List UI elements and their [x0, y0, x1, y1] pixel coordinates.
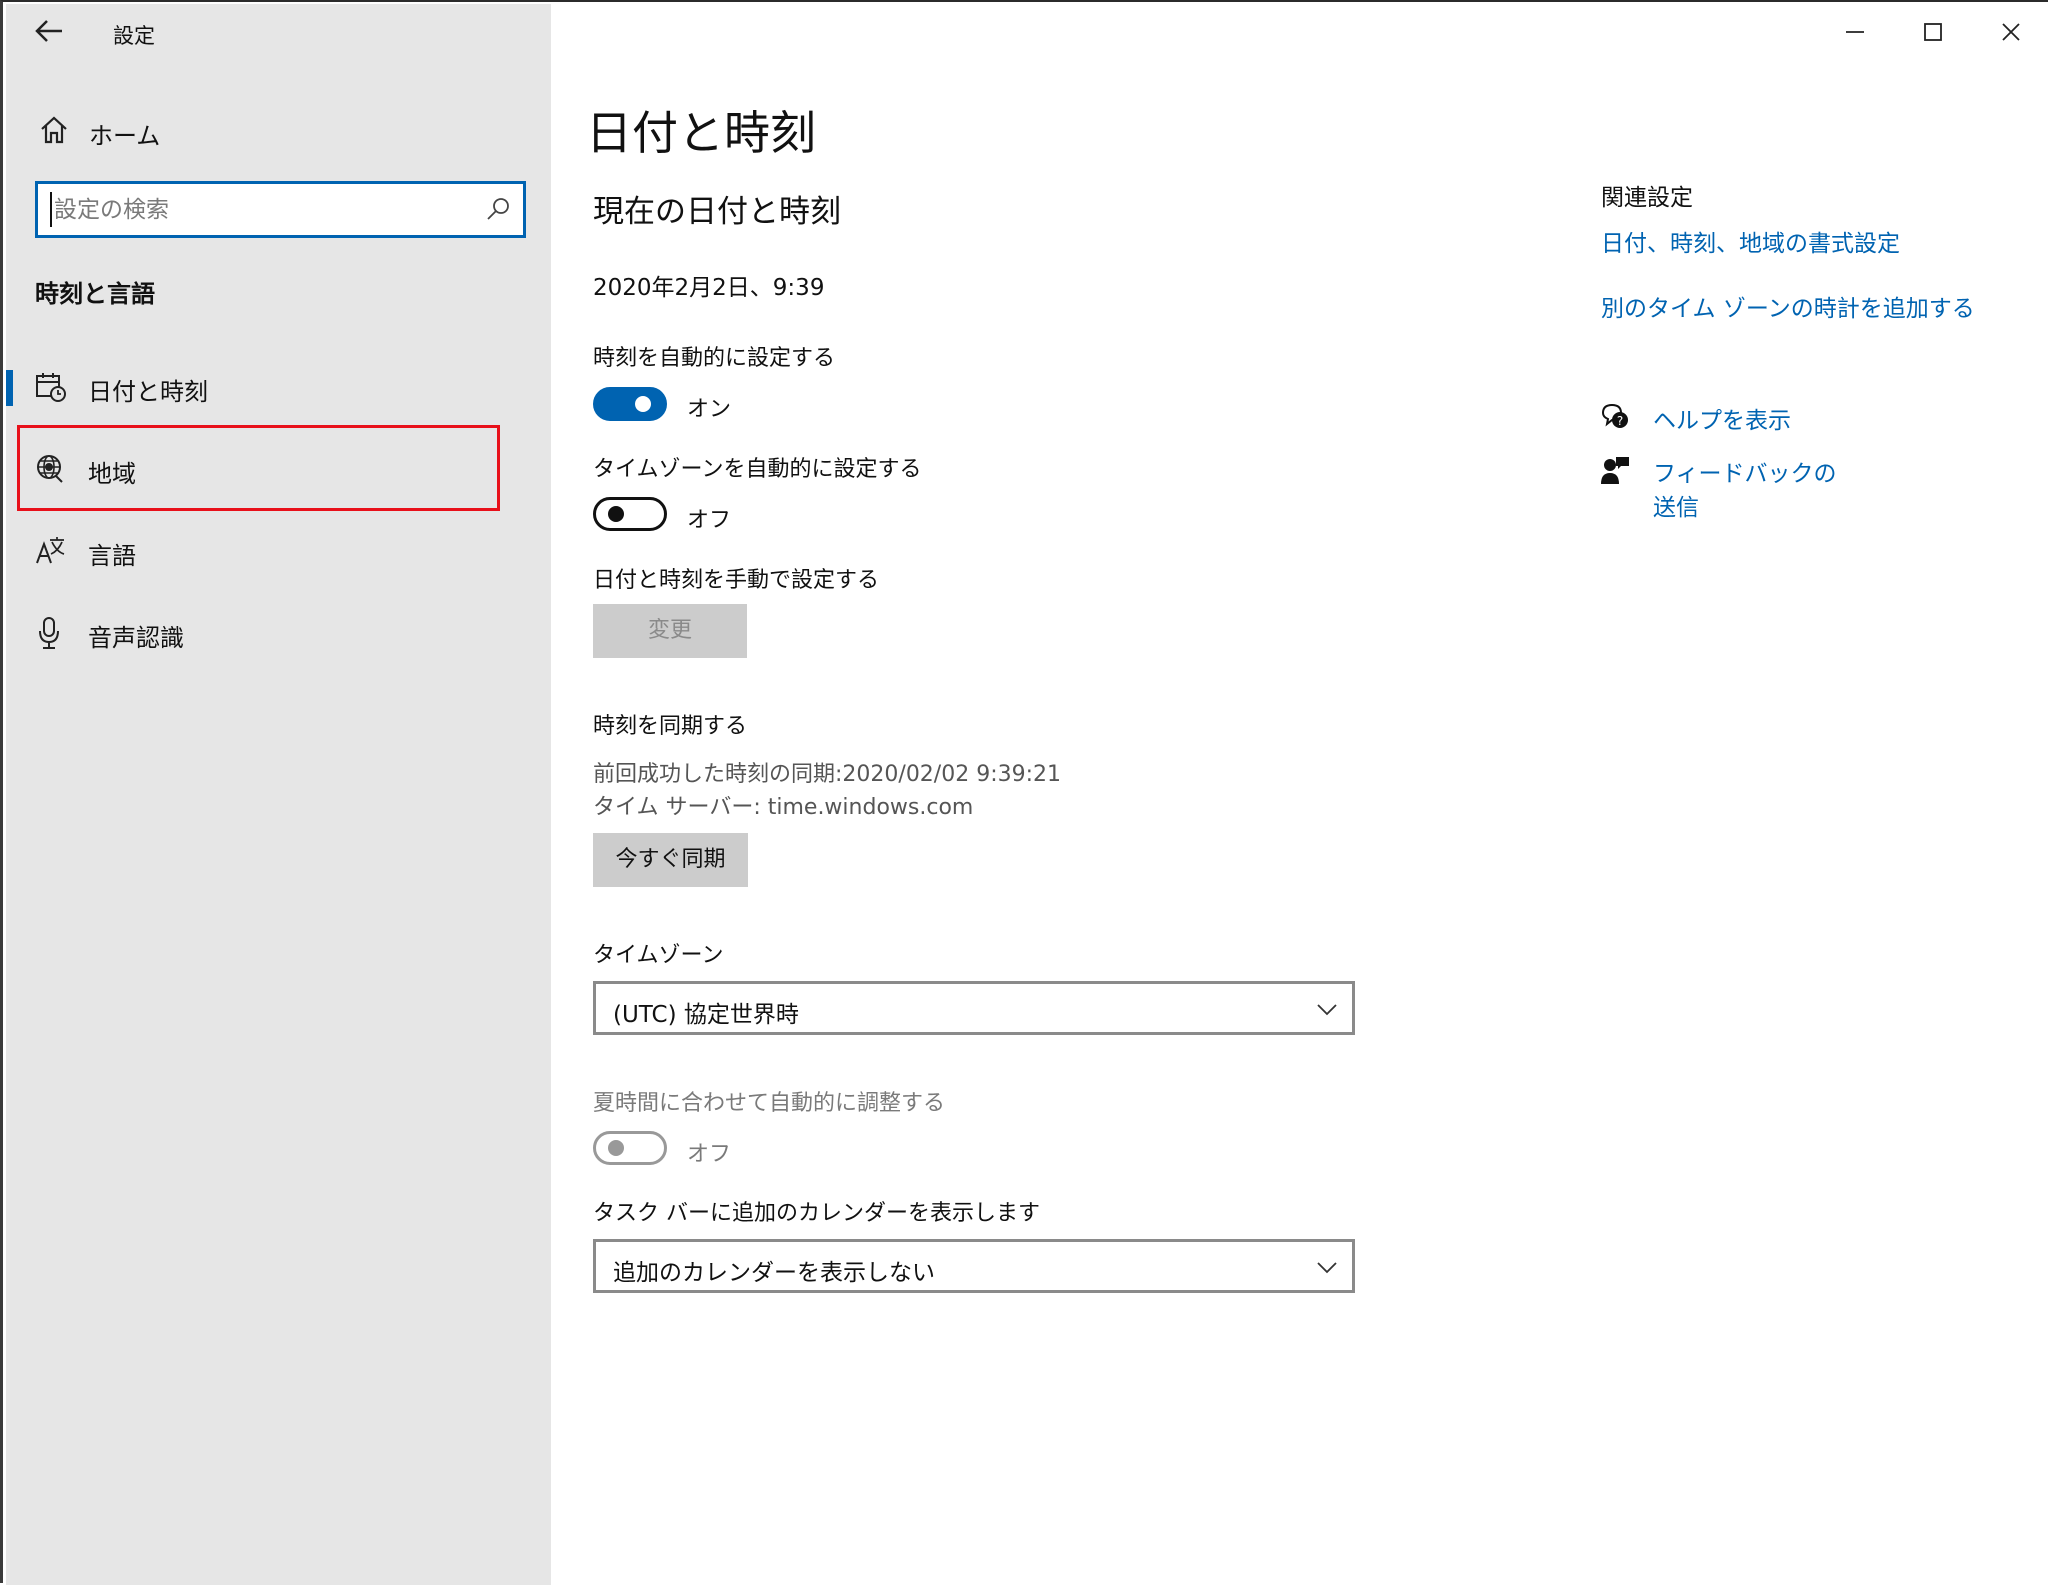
chevron-down-icon — [1316, 998, 1338, 1020]
maximize-button[interactable] — [1905, 8, 1961, 56]
home-icon — [38, 114, 70, 150]
related-settings-heading: 関連設定 — [1601, 185, 1693, 211]
nav-home-label: ホーム — [89, 122, 161, 150]
calendar-label: タスク バーに追加のカレンダーを表示します — [593, 1201, 1040, 1226]
current-datetime-heading: 現在の日付と時刻 — [593, 194, 841, 230]
toggle-knob — [635, 396, 651, 412]
sidebar: 設定 ホーム 時刻と言語 日付と時刻 — [6, 4, 551, 1585]
language-icon — [34, 534, 68, 568]
sidebar-item-label: 日付と時刻 — [88, 378, 208, 406]
time-server-text: タイム サーバー: time.windows.com — [593, 795, 974, 820]
help-icon: ? — [1599, 401, 1631, 433]
manual-set-label: 日付と時刻を手動で設定する — [593, 568, 880, 593]
auto-time-state: オン — [687, 397, 732, 422]
sync-label: 時刻を同期する — [593, 714, 748, 739]
help-link[interactable]: ヘルプを表示 — [1653, 401, 1791, 435]
search-box[interactable] — [35, 181, 526, 238]
selection-indicator — [6, 370, 13, 406]
timezone-label: タイムゾーン — [593, 943, 724, 968]
close-button[interactable] — [1983, 8, 2039, 56]
sidebar-item-date-time[interactable]: 日付と時刻 — [6, 348, 551, 428]
feedback-link-row[interactable]: フィードバックの送信 — [1599, 454, 1859, 521]
calendar-dropdown[interactable]: 追加のカレンダーを表示しない — [593, 1239, 1355, 1293]
link-region-format[interactable]: 日付、時刻、地域の書式設定 — [1601, 224, 1900, 258]
toggle-knob — [608, 1140, 624, 1156]
timezone-value: (UTC) 協定世界時 — [613, 1002, 799, 1028]
help-link-row[interactable]: ? ヘルプを表示 — [1599, 401, 1819, 437]
timezone-dropdown[interactable]: (UTC) 協定世界時 — [593, 981, 1355, 1035]
svg-text:?: ? — [1617, 414, 1623, 428]
app-title: 設定 — [113, 24, 155, 48]
search-input[interactable] — [50, 192, 470, 227]
sidebar-item-speech[interactable]: 音声認識 — [6, 594, 551, 674]
last-sync-text: 前回成功した時刻の同期:2020/02/02 9:39:21 — [593, 762, 1062, 787]
toggle-knob — [608, 506, 624, 522]
auto-timezone-label: タイムゾーンを自動的に設定する — [593, 457, 922, 482]
calendar-value: 追加のカレンダーを表示しない — [613, 1260, 935, 1286]
sync-now-button[interactable]: 今すぐ同期 — [593, 833, 748, 887]
highlight-annotation — [17, 425, 500, 511]
link-add-clock[interactable]: 別のタイム ゾーンの時計を追加する — [1601, 289, 1975, 323]
feedback-link[interactable]: フィードバックの送信 — [1653, 454, 1859, 522]
feedback-icon — [1599, 454, 1631, 486]
page-title: 日付と時刻 — [586, 106, 816, 160]
dst-state: オフ — [687, 1142, 732, 1167]
minimize-button[interactable] — [1827, 8, 1883, 56]
section-heading: 時刻と言語 — [35, 280, 155, 308]
chevron-down-icon — [1316, 1256, 1338, 1278]
dst-label: 夏時間に合わせて自動的に調整する — [593, 1091, 946, 1116]
settings-window: 設定 ホーム 時刻と言語 日付と時刻 — [0, 0, 2048, 1585]
auto-time-toggle[interactable] — [593, 387, 667, 421]
auto-timezone-toggle[interactable] — [593, 497, 667, 531]
search-icon[interactable] — [483, 194, 513, 224]
dst-toggle[interactable] — [593, 1131, 667, 1165]
calendar-clock-icon — [34, 370, 68, 404]
back-arrow-icon[interactable] — [32, 14, 72, 54]
change-button[interactable]: 変更 — [593, 604, 747, 658]
microphone-icon — [34, 616, 68, 650]
sidebar-item-language[interactable]: 言語 — [6, 512, 551, 592]
nav-home[interactable]: ホーム — [30, 104, 530, 158]
current-datetime-value: 2020年2月2日、9:39 — [593, 275, 825, 301]
sidebar-item-label: 音声認識 — [88, 624, 184, 652]
sidebar-item-label: 言語 — [88, 542, 136, 570]
auto-time-label: 時刻を自動的に設定する — [593, 346, 836, 371]
auto-timezone-state: オフ — [687, 508, 732, 533]
